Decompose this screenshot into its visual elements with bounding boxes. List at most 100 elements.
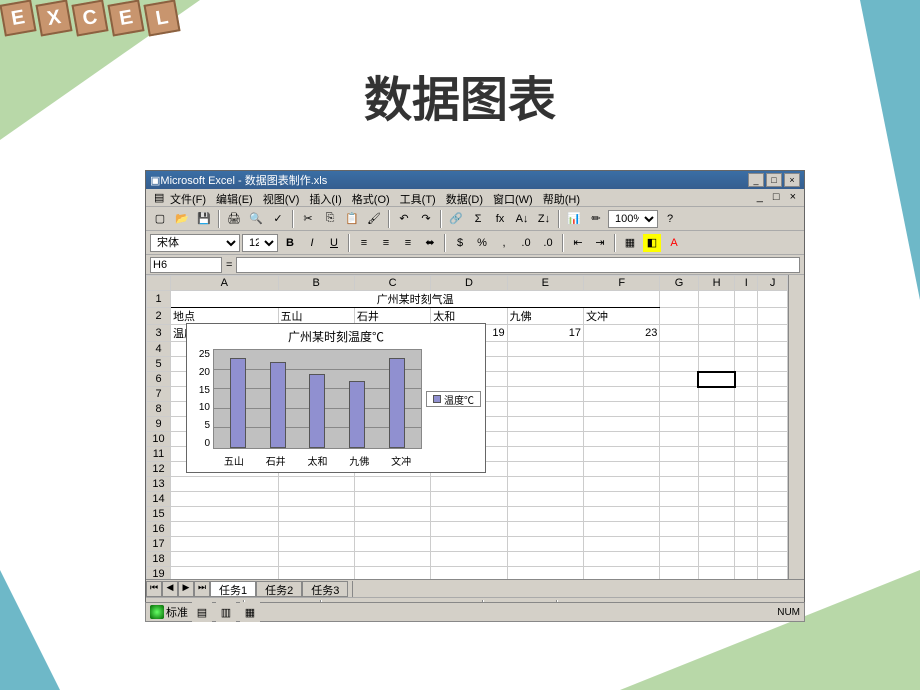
col-D[interactable]: D bbox=[431, 276, 507, 291]
horizontal-scrollbar[interactable] bbox=[352, 581, 804, 597]
drawing-icon[interactable]: ✏ bbox=[586, 209, 606, 229]
cell-title[interactable]: 广州某时刻气温 bbox=[171, 291, 660, 308]
tab-prev-icon[interactable]: ◀ bbox=[162, 581, 178, 597]
col-F[interactable]: F bbox=[584, 276, 660, 291]
paste-icon[interactable]: 📋 bbox=[342, 209, 362, 229]
row-11[interactable]: 11 bbox=[147, 447, 171, 462]
sheet-tab-3[interactable]: 任务3 bbox=[302, 581, 348, 597]
border-icon[interactable]: ▦ bbox=[620, 233, 640, 253]
sum-icon[interactable]: Σ bbox=[468, 209, 488, 229]
doc-maximize-button[interactable]: □ bbox=[769, 191, 784, 204]
fill-color-icon[interactable]: ◧ bbox=[642, 233, 662, 253]
row-4[interactable]: 4 bbox=[147, 342, 171, 357]
taskbar-app2-icon[interactable]: ▥ bbox=[216, 602, 236, 622]
align-left-icon[interactable]: ≡ bbox=[354, 233, 374, 253]
undo-icon[interactable]: ↶ bbox=[394, 209, 414, 229]
outdent-icon[interactable]: ⇤ bbox=[568, 233, 588, 253]
sheet-tab-1[interactable]: 任务1 bbox=[210, 581, 256, 597]
sheet-tab-2[interactable]: 任务2 bbox=[256, 581, 302, 597]
cell-E2[interactable]: 九佛 bbox=[507, 308, 583, 325]
col-C[interactable]: C bbox=[354, 276, 430, 291]
embedded-chart[interactable]: 广州某时刻温度℃ 25 20 15 10 5 0 bbox=[186, 323, 486, 473]
fx-icon[interactable]: fx bbox=[490, 209, 510, 229]
close-button[interactable]: × bbox=[784, 173, 800, 187]
row-9[interactable]: 9 bbox=[147, 417, 171, 432]
cell-D2[interactable]: 太和 bbox=[431, 308, 507, 325]
tab-next-icon[interactable]: ▶ bbox=[178, 581, 194, 597]
row-18[interactable]: 18 bbox=[147, 552, 171, 567]
italic-button[interactable]: I bbox=[302, 233, 322, 253]
formula-input[interactable] bbox=[236, 257, 800, 273]
menu-data[interactable]: 数据(D) bbox=[442, 191, 487, 204]
indent-icon[interactable]: ⇥ bbox=[590, 233, 610, 253]
print-icon[interactable]: 🖨 bbox=[224, 209, 244, 229]
dec-decimal-icon[interactable]: .0 bbox=[538, 233, 558, 253]
menu-edit[interactable]: 编辑(E) bbox=[212, 191, 257, 204]
row-7[interactable]: 7 bbox=[147, 387, 171, 402]
col-G[interactable]: G bbox=[660, 276, 698, 291]
doc-minimize-button[interactable]: _ bbox=[753, 191, 767, 204]
cell-C2[interactable]: 石井 bbox=[354, 308, 430, 325]
align-center-icon[interactable]: ≡ bbox=[376, 233, 396, 253]
menu-insert[interactable]: 插入(I) bbox=[305, 191, 345, 204]
sort-asc-icon[interactable]: A↓ bbox=[512, 209, 532, 229]
menu-view[interactable]: 视图(V) bbox=[259, 191, 304, 204]
row-12[interactable]: 12 bbox=[147, 462, 171, 477]
col-A[interactable]: A bbox=[171, 276, 279, 291]
zoom-select[interactable]: 100% bbox=[608, 210, 658, 228]
row-1[interactable]: 1 bbox=[147, 291, 171, 308]
row-6[interactable]: 6 bbox=[147, 372, 171, 387]
row-2[interactable]: 2 bbox=[147, 308, 171, 325]
name-box[interactable] bbox=[150, 257, 222, 273]
link-icon[interactable]: 🔗 bbox=[446, 209, 466, 229]
cell-H6-selected[interactable] bbox=[698, 372, 735, 387]
size-select[interactable]: 12 bbox=[242, 234, 278, 252]
bold-button[interactable]: B bbox=[280, 233, 300, 253]
copy-icon[interactable]: ⎘ bbox=[320, 209, 340, 229]
redo-icon[interactable]: ↷ bbox=[416, 209, 436, 229]
inc-decimal-icon[interactable]: .0 bbox=[516, 233, 536, 253]
row-19[interactable]: 19 bbox=[147, 567, 171, 580]
tab-first-icon[interactable]: ⏮ bbox=[146, 581, 162, 597]
spell-icon[interactable]: ✓ bbox=[268, 209, 288, 229]
col-I[interactable]: I bbox=[735, 276, 758, 291]
currency-icon[interactable]: $ bbox=[450, 233, 470, 253]
taskbar-app3-icon[interactable]: ▦ bbox=[240, 602, 260, 622]
save-icon[interactable]: 💾 bbox=[194, 209, 214, 229]
sort-desc-icon[interactable]: Z↓ bbox=[534, 209, 554, 229]
font-select[interactable]: 宋体 bbox=[150, 234, 240, 252]
preview-icon[interactable]: 🔍 bbox=[246, 209, 266, 229]
col-H[interactable]: H bbox=[698, 276, 735, 291]
tab-last-icon[interactable]: ⏭ bbox=[194, 581, 210, 597]
menu-tools[interactable]: 工具(T) bbox=[396, 191, 440, 204]
col-B[interactable]: B bbox=[278, 276, 354, 291]
row-16[interactable]: 16 bbox=[147, 522, 171, 537]
format-painter-icon[interactable]: 🖌 bbox=[364, 209, 384, 229]
cell-B2[interactable]: 五山 bbox=[278, 308, 354, 325]
menu-help[interactable]: 帮助(H) bbox=[539, 191, 584, 204]
col-E[interactable]: E bbox=[507, 276, 583, 291]
row-8[interactable]: 8 bbox=[147, 402, 171, 417]
row-13[interactable]: 13 bbox=[147, 477, 171, 492]
chart-wizard-icon[interactable]: 📊 bbox=[564, 209, 584, 229]
row-5[interactable]: 5 bbox=[147, 357, 171, 372]
row-15[interactable]: 15 bbox=[147, 507, 171, 522]
vertical-scrollbar[interactable] bbox=[788, 275, 804, 579]
row-10[interactable]: 10 bbox=[147, 432, 171, 447]
maximize-button[interactable]: □ bbox=[766, 173, 782, 187]
row-14[interactable]: 14 bbox=[147, 492, 171, 507]
font-color-icon[interactable]: A bbox=[664, 233, 684, 253]
minimize-button[interactable]: _ bbox=[748, 173, 764, 187]
help-icon[interactable]: ? bbox=[660, 209, 680, 229]
cell-F2[interactable]: 文冲 bbox=[584, 308, 660, 325]
cell-E3[interactable]: 17 bbox=[507, 325, 583, 342]
open-icon[interactable]: 📂 bbox=[172, 209, 192, 229]
comma-icon[interactable]: , bbox=[494, 233, 514, 253]
select-all-corner[interactable] bbox=[147, 276, 171, 291]
cell-A2[interactable]: 地点 bbox=[171, 308, 279, 325]
doc-close-button[interactable]: × bbox=[786, 191, 800, 204]
cut-icon[interactable]: ✂ bbox=[298, 209, 318, 229]
menu-format[interactable]: 格式(O) bbox=[348, 191, 394, 204]
percent-icon[interactable]: % bbox=[472, 233, 492, 253]
row-17[interactable]: 17 bbox=[147, 537, 171, 552]
